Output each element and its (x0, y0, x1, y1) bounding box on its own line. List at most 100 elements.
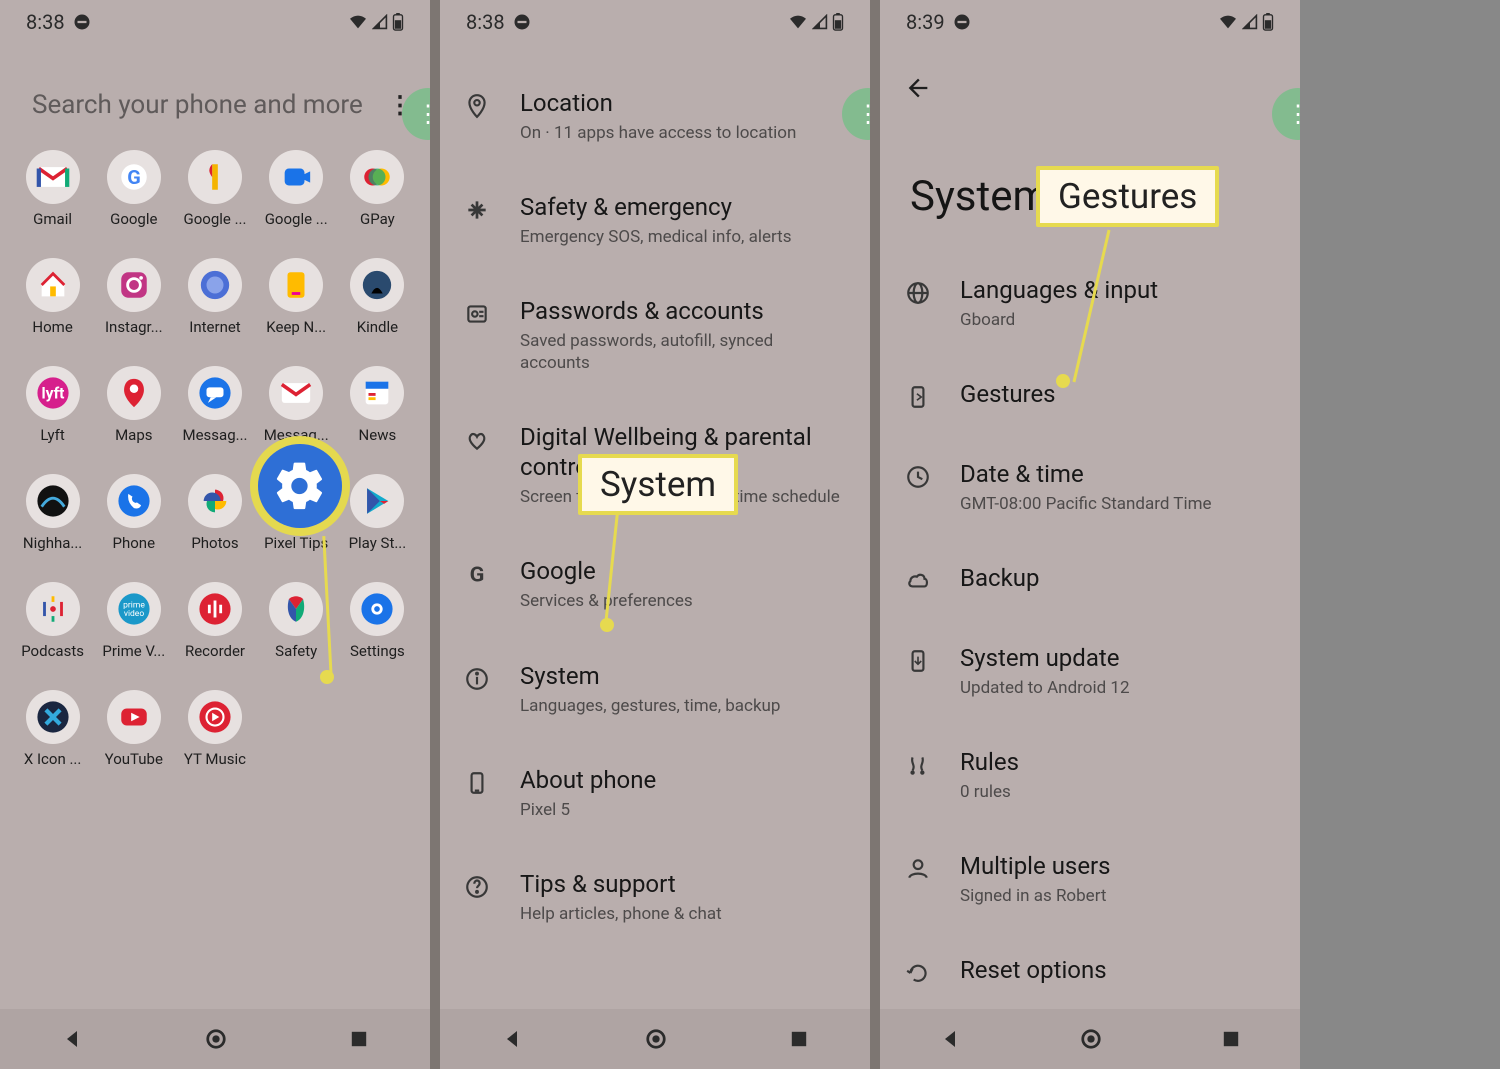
setting-reset[interactable]: Reset options (880, 931, 1300, 1011)
status-time: 8:38 (26, 10, 65, 34)
setting-update[interactable]: System update Updated to Android 12 (880, 619, 1300, 723)
app-gmail[interactable]: Gmail (12, 150, 93, 228)
setting-title: Safety & emergency (520, 192, 791, 222)
app-youtube[interactable]: YouTube (93, 690, 174, 768)
app-label: Pixel Tips (264, 534, 328, 552)
app-maps[interactable]: Maps (93, 366, 174, 444)
app-prime[interactable]: primevideo Prime V... (93, 582, 174, 660)
podcasts-icon (26, 582, 80, 636)
setting-phone-device[interactable]: About phone Pixel 5 (440, 741, 870, 845)
app-keep[interactable]: Keep N... (256, 258, 337, 336)
nav-home-icon[interactable] (205, 1028, 227, 1050)
setting-google-g[interactable]: G Google Services & preferences (440, 532, 870, 636)
app-news[interactable]: News (337, 366, 418, 444)
screen-divider (430, 0, 440, 1069)
app-label: Recorder (185, 642, 245, 660)
app-label: Kindle (357, 318, 398, 336)
setting-title: Google (520, 556, 693, 586)
clock-icon (904, 463, 932, 491)
setting-gesture[interactable]: Gestures (880, 355, 1300, 435)
nav-back-icon[interactable] (940, 1029, 960, 1049)
app-gmail2[interactable]: Messag... (256, 366, 337, 444)
app-label: Phone (113, 534, 156, 552)
app-internet[interactable]: Internet (174, 258, 255, 336)
app-googleone[interactable]: Google ... (174, 150, 255, 228)
setting-help[interactable]: Tips & support Help articles, phone & ch… (440, 845, 870, 949)
app-phone[interactable]: Phone (93, 474, 174, 552)
app-label: News (359, 426, 397, 444)
gesture-icon (904, 383, 932, 411)
callout-dot (600, 618, 614, 632)
nav-back-icon[interactable] (502, 1029, 522, 1049)
nav-recents-icon[interactable] (350, 1030, 368, 1048)
setting-subtitle: Pixel 5 (520, 799, 656, 821)
app-google[interactable]: G Google (93, 150, 174, 228)
app-instagram[interactable]: Instagr... (93, 258, 174, 336)
nav-recents-icon[interactable] (1222, 1030, 1240, 1048)
app-recorder[interactable]: Recorder (174, 582, 255, 660)
app-podcasts[interactable]: Podcasts (12, 582, 93, 660)
signal-icon (812, 14, 828, 30)
setting-subtitle: Saved passwords, autofill, synced accoun… (520, 330, 846, 374)
app-home[interactable]: Home (12, 258, 93, 336)
app-xicon[interactable]: X Icon ... (12, 690, 93, 768)
status-bar: 8:38 (0, 0, 430, 44)
setting-title: Gestures (960, 379, 1056, 409)
app-label: Podcasts (21, 642, 84, 660)
back-button[interactable] (880, 44, 1300, 102)
app-ytmusic[interactable]: YT Music (174, 690, 255, 768)
status-dnd-icon (513, 13, 531, 31)
app-kindle[interactable]: Kindle (337, 258, 418, 336)
play-icon (350, 474, 404, 528)
callout-gestures: Gestures (1036, 166, 1219, 227)
status-dnd-icon (953, 13, 971, 31)
setting-cloud[interactable]: Backup (880, 539, 1300, 619)
ytmusic-icon (188, 690, 242, 744)
nav-back-icon[interactable] (62, 1029, 82, 1049)
svg-text:G: G (127, 166, 141, 189)
callout-label: Gestures (1058, 176, 1197, 217)
setting-account[interactable]: Passwords & accounts Saved passwords, au… (440, 272, 870, 398)
xicon-icon (26, 690, 80, 744)
setting-title: Multiple users (960, 851, 1111, 881)
search-row[interactable]: Search your phone and more ⋮ (0, 44, 430, 120)
setting-info[interactable]: System Languages, gestures, time, backup (440, 637, 870, 741)
setting-title: Passwords & accounts (520, 296, 846, 326)
nav-home-icon[interactable] (1080, 1028, 1102, 1050)
app-netgear[interactable]: Nighha... (12, 474, 93, 552)
app-googleduo[interactable]: Google ... (256, 150, 337, 228)
nav-bar (0, 1009, 430, 1069)
app-messages[interactable]: Messag... (174, 366, 255, 444)
app-label: Google (110, 210, 157, 228)
screen-app-drawer: 8:38 Search your phone and more ⋮ ⋮ Gmai… (0, 0, 430, 1069)
setting-rules[interactable]: Rules 0 rules (880, 723, 1300, 827)
reset-icon (904, 959, 932, 987)
phone-device-icon (462, 769, 492, 797)
app-label: GPay (360, 210, 395, 228)
app-label: Google ... (265, 210, 328, 228)
internet-icon (188, 258, 242, 312)
setting-person[interactable]: Multiple users Signed in as Robert (880, 827, 1300, 931)
signal-icon (1242, 14, 1258, 30)
setting-title: System update (960, 643, 1130, 673)
setting-medical[interactable]: Safety & emergency Emergency SOS, medica… (440, 168, 870, 272)
callout-dot (1056, 374, 1070, 388)
wellbeing-icon (462, 426, 492, 454)
app-settings[interactable]: Settings (337, 582, 418, 660)
setting-clock[interactable]: Date & time GMT-08:00 Pacific Standard T… (880, 435, 1300, 539)
app-lyft[interactable]: lyft Lyft (12, 366, 93, 444)
nav-home-icon[interactable] (645, 1028, 667, 1050)
app-label: X Icon ... (24, 750, 81, 768)
photos-icon (188, 474, 242, 528)
setting-location[interactable]: Location On · 11 apps have access to loc… (440, 64, 870, 168)
lyft-icon: lyft (26, 366, 80, 420)
person-icon (904, 855, 932, 883)
app-gpay[interactable]: GPay (337, 150, 418, 228)
app-label: Gmail (33, 210, 72, 228)
app-label: Keep N... (266, 318, 326, 336)
app-photos[interactable]: Photos (174, 474, 255, 552)
nav-recents-icon[interactable] (790, 1030, 808, 1048)
app-label: Maps (115, 426, 152, 444)
nav-bar (440, 1009, 870, 1069)
globe-icon (904, 279, 932, 307)
